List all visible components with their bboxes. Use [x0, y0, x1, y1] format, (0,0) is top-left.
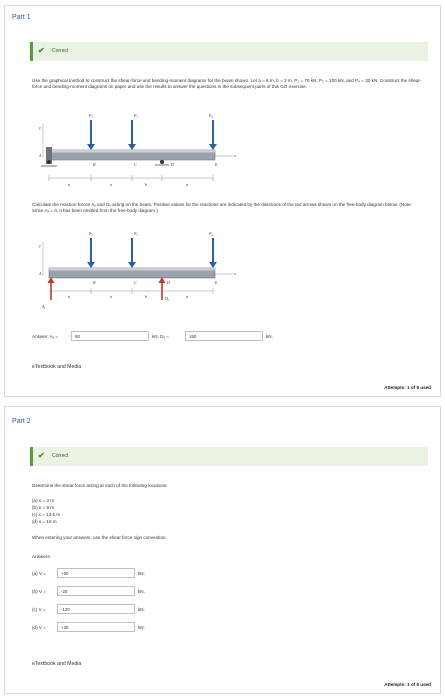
- fbd-load-label: P₄: [208, 231, 213, 236]
- fbd-point-label: B: [93, 280, 96, 285]
- part2-status: Correct: [52, 453, 69, 459]
- part2-correct-banner: ✔ Correct: [30, 447, 428, 466]
- part1-instruction-text: Calculate the reaction forces Aᵧ and Dᵧ …: [32, 202, 412, 213]
- answer-a-input[interactable]: +50: [57, 568, 135, 578]
- check-icon: ✔: [38, 451, 45, 460]
- part1-title: Part 1: [12, 14, 31, 21]
- reaction-label: Aᵧ: [41, 304, 45, 309]
- load-label: P₃: [133, 113, 138, 118]
- etextbook-link[interactable]: eTextbook and Media: [32, 364, 81, 370]
- load-label: P₂: [88, 113, 93, 118]
- diagram-axis-y: y: [38, 125, 41, 130]
- fbd-dim-label: a: [68, 294, 70, 299]
- fbd-point-label: E: [214, 280, 218, 285]
- part1-status: Correct: [52, 48, 69, 54]
- dy-unit-label: kN.: [266, 334, 273, 339]
- answer-c-input[interactable]: -120: [57, 604, 135, 614]
- part2-attempts: Attempts: 1 of 5 used: [384, 682, 431, 687]
- dim-label: b: [145, 182, 147, 187]
- answer-b-unit: kN.: [138, 589, 145, 594]
- point-label: A: [38, 153, 42, 158]
- part1-correct-banner: ✔ Correct: [30, 42, 428, 61]
- answer-d-input[interactable]: +30: [57, 622, 135, 632]
- answer-c-label: (c) V =: [32, 607, 46, 612]
- dim-label: a: [186, 182, 188, 187]
- fbd-dim-label: b: [145, 294, 147, 299]
- answer-ay-label: Answer: Aᵧ =: [32, 334, 59, 339]
- fbd-point-label: A: [38, 271, 42, 276]
- fbd-dim-label: a: [186, 294, 188, 299]
- fbd-load-label: P₃: [133, 231, 138, 236]
- answer-a-label: (a) V =: [32, 571, 46, 576]
- point-label: B: [93, 162, 96, 167]
- location-item: (d) x = 18 m: [32, 519, 57, 524]
- check-icon: ✔: [38, 46, 45, 55]
- dim-label: a: [68, 182, 70, 187]
- dim-label: a: [110, 182, 112, 187]
- fbd-dim-label: a: [110, 294, 112, 299]
- fbd-axis-x: x: [233, 271, 236, 276]
- part1-attempts: Attempts: 1 of 5 used: [384, 385, 431, 390]
- ay-input[interactable]: 50: [71, 331, 149, 341]
- part2-card: Part 2 ✔ Correct Determine the shear for…: [4, 406, 441, 694]
- location-item: (b) x = 9 m: [32, 505, 55, 510]
- part2-title: Part 2: [12, 418, 31, 425]
- etextbook-link[interactable]: eTextbook and Media: [32, 661, 81, 667]
- location-item: (a) x = 3 m: [32, 498, 55, 503]
- fbd-axis-y: y: [38, 243, 41, 248]
- point-label: E: [214, 162, 218, 167]
- diagram-axis-x: x: [233, 153, 236, 158]
- answer-c-unit: kN.: [138, 607, 145, 612]
- answer-b-input[interactable]: -20: [57, 586, 135, 596]
- answer-a-unit: kN.: [138, 571, 145, 576]
- answers-label: Answers:: [32, 554, 51, 559]
- beam-diagram: y x P₂ P₃ P₄ A B C D E a a b a: [38, 113, 236, 187]
- roller-support-d: [160, 160, 164, 164]
- part2-question: Determine the shear force acting at each…: [32, 483, 168, 488]
- free-body-diagram: y x P₂ P₃ P₄ Aᵧ Dᵧ A B C D E a a b a: [38, 231, 236, 309]
- answer-d-unit: kN.: [138, 625, 145, 630]
- sign-convention-note: When entering your answers, use the shea…: [32, 535, 167, 540]
- answer-b-label: (b) V =: [32, 589, 46, 594]
- answer-d-label: (d) V =: [32, 625, 46, 630]
- fbd-point-label: D: [166, 280, 170, 285]
- location-item: (c) x = 13.5 m: [32, 512, 61, 517]
- fbd-point-label: C: [134, 280, 137, 285]
- reaction-label: Dᵧ: [164, 296, 169, 301]
- point-label: C: [134, 162, 137, 167]
- ay-unit-label: kN, Dᵧ =: [152, 334, 169, 339]
- part1-problem-text: Use the graphical method to construct th…: [32, 78, 422, 89]
- dy-input[interactable]: 150: [185, 331, 263, 341]
- point-label: D: [170, 162, 174, 167]
- part1-card: Part 1 ✔ Correct Use the graphical metho…: [4, 5, 441, 397]
- load-label: P₄: [208, 113, 213, 118]
- fbd-load-label: P₂: [88, 231, 93, 236]
